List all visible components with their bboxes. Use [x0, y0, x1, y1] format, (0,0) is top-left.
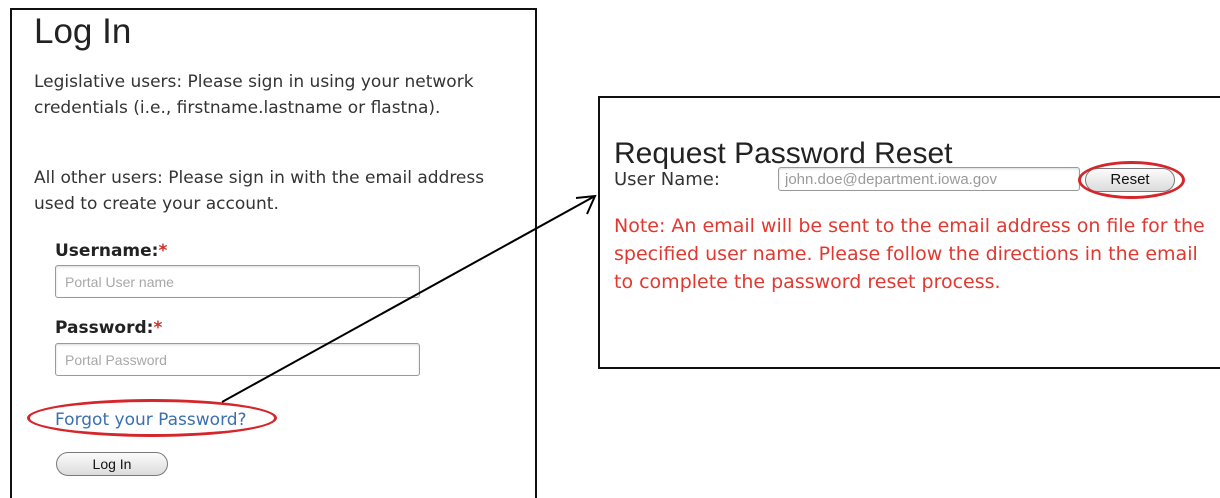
password-label: Password:*	[55, 317, 162, 339]
legislative-users-instructions: Legislative users: Please sign in using …	[34, 72, 474, 118]
username-input[interactable]	[55, 265, 420, 298]
reset-button[interactable]: Reset	[1085, 168, 1175, 192]
username-label: Username:*	[55, 240, 167, 262]
login-title: Log In	[34, 12, 132, 51]
password-input[interactable]	[55, 343, 420, 376]
login-button[interactable]: Log In	[56, 452, 168, 476]
reset-username-input[interactable]	[778, 167, 1080, 191]
reset-username-label: User Name:	[614, 169, 720, 190]
other-users-instructions: All other users: Please sign in with the…	[34, 168, 485, 214]
forgot-password-link[interactable]: Forgot your Password?	[55, 409, 247, 431]
password-required-marker: *	[153, 318, 163, 338]
reset-note: Note: An email will be sent to the email…	[614, 215, 1205, 293]
username-required-marker: *	[158, 241, 168, 261]
password-label-text: Password:	[55, 318, 154, 338]
username-label-text: Username:	[55, 241, 159, 261]
arrow-head	[575, 194, 597, 215]
